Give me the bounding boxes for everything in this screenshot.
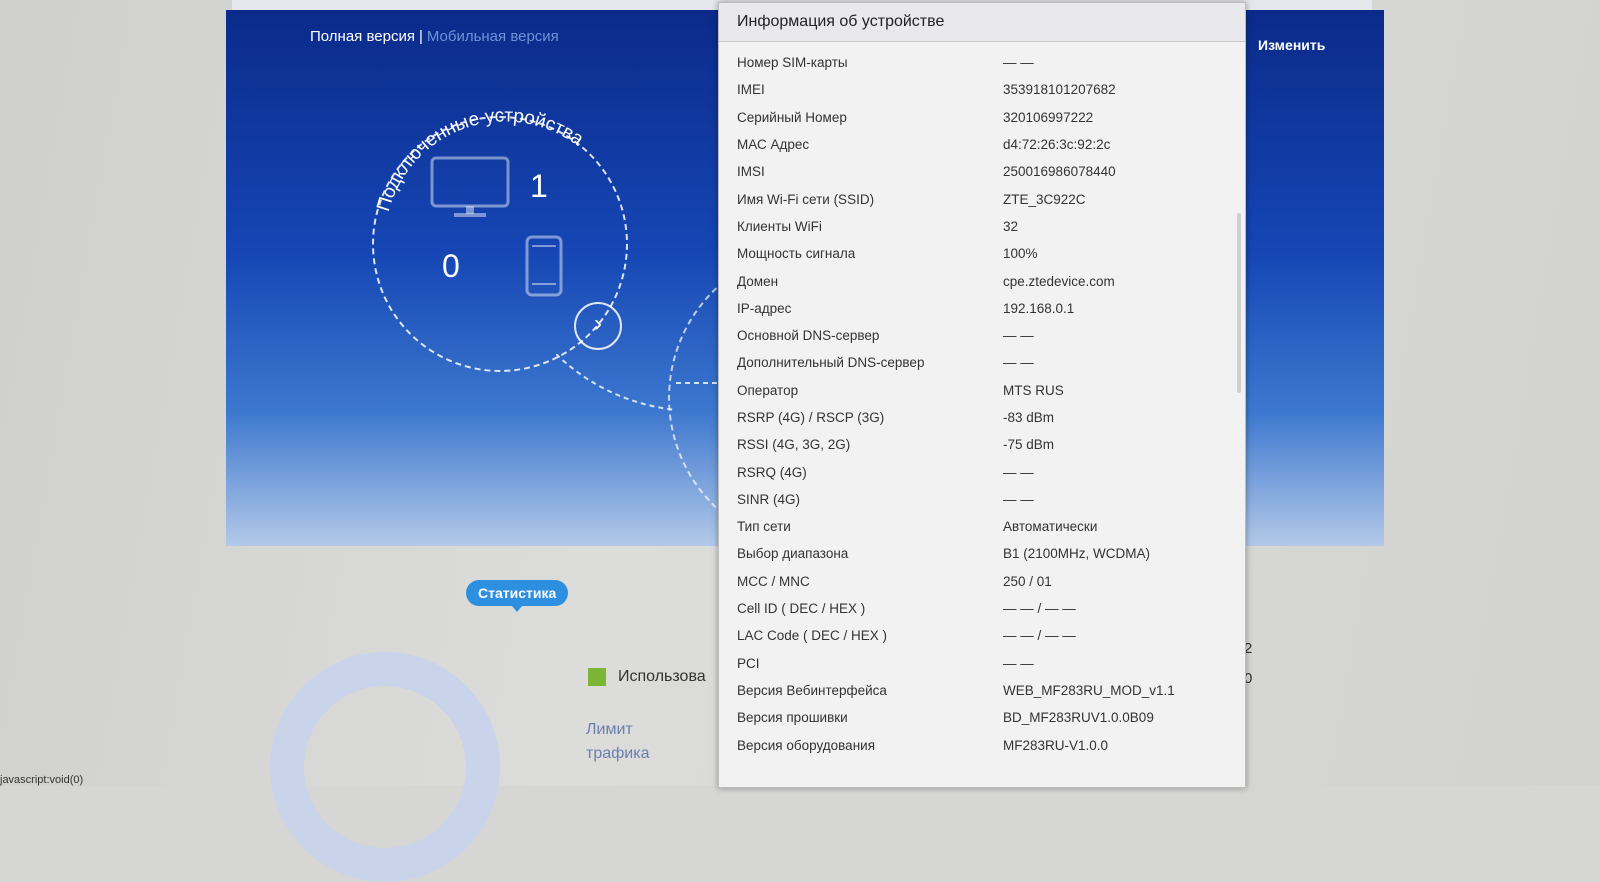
device-info-label: Версия Вебинтерфейса: [737, 682, 887, 698]
device-info-row: MCC / MNC 250 / 01: [719, 568, 1245, 595]
device-info-value: — —: [1003, 355, 1034, 371]
device-info-row: Основной DNS-сервер — —: [719, 322, 1245, 349]
monitor-icon: [430, 156, 510, 217]
status-bar-text: javascript:void(0): [0, 774, 84, 786]
device-info-row: Имя Wi-Fi сети (SSID) ZTE_3C922C: [719, 185, 1245, 212]
device-info-row: Мощность сигнала 100%: [719, 240, 1245, 267]
device-info-row: Тип сети Автоматически: [719, 513, 1245, 540]
version-switcher: Полная версия | Мобильная версия: [310, 28, 559, 45]
mobile-version-link[interactable]: Мобильная версия: [427, 28, 559, 45]
device-info-label: Выбор диапазона: [737, 546, 849, 562]
device-info-row: RSRP (4G) / RSCP (3G) -83 dBm: [719, 404, 1245, 431]
device-info-value: BD_MF283RUV1.0.0B09: [1003, 710, 1154, 726]
version-separator: |: [418, 28, 423, 45]
device-info-label: RSRP (4G) / RSCP (3G): [737, 410, 885, 425]
device-info-row: RSSI (4G, 3G, 2G) -75 dBm: [719, 431, 1245, 458]
traffic-donut-chart: [270, 652, 500, 882]
device-info-label: Основной DNS-сервер: [737, 328, 880, 344]
device-info-value: d4:72:26:3c:92:2c: [1003, 137, 1111, 153]
statistics-badge: Статистика: [466, 580, 569, 612]
device-info-row: SINR (4G) — —: [719, 486, 1245, 513]
device-info-label: Имя Wi-Fi сети (SSID): [737, 191, 875, 207]
edit-link[interactable]: Изменить: [1258, 37, 1325, 53]
device-info-value: — — / — —: [1003, 601, 1076, 617]
device-info-value: — — / — —: [1003, 628, 1076, 644]
device-info-value: WEB_MF283RU_MOD_v1.1: [1003, 682, 1175, 698]
device-info-label: Дополнительный DNS-сервер: [737, 355, 925, 371]
device-info-value: 320106997222: [1003, 109, 1094, 125]
device-info-value: — —: [1003, 655, 1034, 671]
device-info-label: IMEI: [737, 82, 765, 98]
device-info-value: — —: [1003, 55, 1034, 71]
device-info-label: Версия оборудования: [737, 737, 875, 753]
device-info-value: cpe.ztedevice.com: [1003, 273, 1115, 289]
device-info-value: 32: [1003, 218, 1019, 234]
device-info-value: — —: [1003, 464, 1034, 480]
used-legend-square: [588, 668, 606, 686]
device-info-value: B1 (2100MHz, WCDMA): [1003, 546, 1151, 562]
device-info-row: Домен cpe.ztedevice.com: [719, 267, 1245, 294]
device-info-value: 100%: [1003, 246, 1038, 262]
device-info-value: -75 dBm: [1003, 437, 1055, 453]
device-info-label: Тип сети: [737, 519, 791, 535]
device-info-value: Автоматически: [1003, 519, 1098, 535]
used-traffic-label: Использова: [618, 668, 706, 685]
device-info-row: IMEI 353918101207682: [719, 76, 1245, 103]
device-info-row: Номер SIM-карты — —: [719, 49, 1245, 76]
device-info-row: Версия прошивки BD_MF283RUV1.0.0B09: [719, 704, 1245, 731]
device-info-row: Дополнительный DNS-сервер — —: [719, 349, 1245, 376]
device-info-value: MTS RUS: [1003, 382, 1064, 398]
device-info-row: LAC Code ( DEC / HEX ) — — / — —: [719, 622, 1245, 649]
device-info-label: МАС Адрес: [737, 137, 810, 153]
device-info-label: IP-адрес: [737, 300, 792, 316]
device-info-label: Домен: [737, 273, 779, 289]
device-info-label: LAC Code ( DEC / HEX ): [737, 628, 888, 644]
device-info-label: Серийный Номер: [737, 109, 847, 125]
device-info-row: IP-адрес 192.168.0.1: [719, 295, 1245, 322]
device-info-label: SINR (4G): [737, 491, 801, 507]
modal-title: Информация об устройстве: [719, 3, 1245, 42]
device-info-value: 192.168.0.1: [1003, 300, 1075, 316]
device-info-label: RSSI (4G, 3G, 2G): [737, 437, 851, 453]
device-info-label: Номер SIM-карты: [737, 55, 848, 71]
device-info-value: MF283RU-V1.0.0: [1003, 737, 1109, 753]
device-info-row: Оператор MTS RUS: [719, 377, 1245, 404]
device-info-row: PCI — —: [719, 650, 1245, 677]
device-info-value: — —: [1003, 328, 1034, 344]
wired-device-count: 1: [530, 168, 548, 204]
device-info-row: IMSI 250016986078440: [719, 158, 1245, 185]
device-info-value: 250016986078440: [1003, 164, 1116, 180]
device-info-row: Cell ID ( DEC / HEX ) — — / — —: [719, 595, 1245, 622]
phone-icon: [525, 235, 563, 297]
device-info-label: Cell ID ( DEC / HEX ): [737, 601, 866, 617]
device-info-row: Выбор диапазона B1 (2100MHz, WCDMA): [719, 540, 1245, 567]
device-info-row: МАС Адрес d4:72:26:3c:92:2c: [719, 131, 1245, 158]
device-info-label: RSRQ (4G): [737, 464, 807, 480]
device-info-label: Оператор: [737, 382, 799, 398]
device-info-value: — —: [1003, 491, 1034, 507]
devices-arrow-button[interactable]: ›: [574, 302, 622, 350]
device-info-row: Версия Вебинтерфейса WEB_MF283RU_MOD_v1.1: [719, 677, 1245, 704]
wireless-device-count: 0: [442, 248, 460, 284]
device-info-value: 250 / 01: [1003, 573, 1052, 589]
device-info-value: 353918101207682: [1003, 82, 1116, 98]
device-info-label: Мощность сигнала: [737, 246, 856, 262]
device-info-row: RSRQ (4G) — —: [719, 458, 1245, 485]
device-info-label: IMSI: [737, 164, 765, 180]
device-info-label: Клиенты WiFi: [737, 218, 822, 234]
device-info-modal: Информация об устройстве Номер SIM-карты…: [718, 2, 1246, 788]
device-info-label: PCI: [737, 655, 760, 671]
modal-scrollbar[interactable]: [1237, 213, 1241, 393]
dashed-connector: [556, 354, 676, 411]
full-version-link[interactable]: Полная версия: [310, 28, 415, 45]
device-info-label: MCC / MNC: [737, 573, 810, 589]
device-info-row: Серийный Номер 320106997222: [719, 104, 1245, 131]
device-info-value: ZTE_3C922C: [1003, 191, 1086, 207]
device-info-row: Клиенты WiFi 32: [719, 213, 1245, 240]
device-info-row: Версия оборудования MF283RU-V1.0.0: [719, 731, 1245, 758]
device-info-list: Номер SIM-карты — — IMEI 353918101207682 Сер…: [719, 42, 1245, 759]
traffic-limit-label: Лимит трафика: [586, 721, 650, 762]
device-info-label: Версия прошивки: [737, 710, 848, 726]
device-info-value: -83 dBm: [1003, 410, 1055, 425]
